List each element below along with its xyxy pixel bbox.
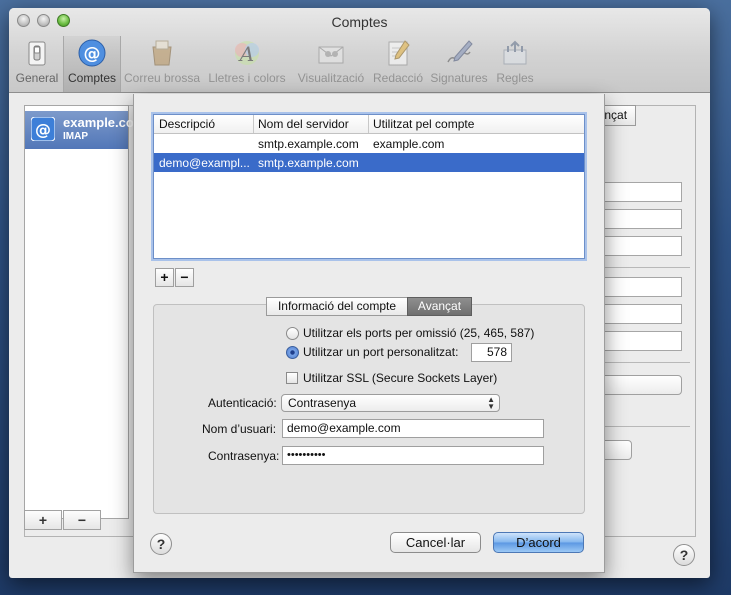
toolbar-composing[interactable]: Redacció: [371, 38, 425, 90]
at-icon: @: [31, 117, 55, 141]
junk-mail-icon: [152, 40, 172, 66]
fonts-colors-icon: A: [235, 41, 259, 66]
background-field-1[interactable]: [594, 182, 682, 202]
background-field-4[interactable]: [594, 277, 682, 297]
column-header-description[interactable]: Descripció: [159, 117, 215, 131]
toolbar-fonts-colors[interactable]: A Lletres i colors: [205, 38, 289, 90]
toolbar-signatures-label: Signatures: [430, 71, 488, 85]
column-header-server-name[interactable]: Nom del servidor: [258, 117, 349, 131]
viewing-icon: [318, 46, 344, 64]
background-separator: [594, 426, 690, 427]
cell-description: demo@exampl...: [159, 156, 250, 170]
add-account-button[interactable]: +: [24, 510, 62, 530]
window-title: Comptes: [331, 14, 388, 30]
background-field-3[interactable]: [594, 236, 682, 256]
background-field-5[interactable]: [594, 304, 682, 324]
password-field[interactable]: ••••••••••: [282, 446, 544, 465]
ok-button[interactable]: D’acord: [493, 532, 584, 553]
background-field-6[interactable]: [594, 331, 682, 351]
background-separator: [594, 362, 690, 363]
cell-server-name: smtp.example.com: [258, 156, 359, 170]
svg-text:A: A: [238, 42, 254, 66]
table-row-selected[interactable]: demo@exampl... smtp.example.com: [154, 153, 584, 172]
tab-advanced[interactable]: Avançat: [407, 297, 472, 316]
background-popup-1[interactable]: [594, 375, 682, 395]
toolbar-general[interactable]: General: [13, 38, 61, 90]
title-bar: Comptes General @ Comptes Correu brossa: [9, 8, 710, 93]
smtp-server-table[interactable]: Descripció Nom del servidor Utilitzat pe…: [153, 114, 585, 259]
remove-server-button[interactable]: −: [175, 268, 194, 287]
at-icon: @: [78, 39, 106, 67]
password-label: Contrasenya:: [208, 449, 280, 463]
column-separator: [368, 115, 369, 133]
remove-account-button[interactable]: −: [63, 510, 101, 530]
rules-icon: [503, 40, 527, 65]
column-header-used-by-account[interactable]: Utilitzat pel compte: [373, 117, 474, 131]
account-type: IMAP: [63, 131, 88, 142]
switch-icon: [28, 41, 46, 66]
cancel-button[interactable]: Cancel·lar: [390, 532, 481, 553]
tab-account-info[interactable]: Informació del compte: [266, 297, 408, 316]
toolbar-general-label: General: [15, 71, 59, 85]
ssl-label: Utilitzar SSL (Secure Sockets Layer): [303, 371, 498, 385]
custom-port-label: Utilitzar un port personalitzat:: [303, 345, 459, 359]
toolbar-fonts-colors-label: Lletres i colors: [208, 71, 286, 85]
toolbar-junk-mail[interactable]: Correu brossa: [121, 38, 203, 90]
toolbar-accounts-label: Comptes: [67, 71, 117, 85]
cell-used-by: example.com: [373, 137, 445, 151]
mail-preferences-window: Comptes General @ Comptes Correu brossa: [9, 8, 710, 578]
toolbar-rules-label: Regles: [496, 71, 534, 85]
authentication-value: Contrasenya: [288, 396, 357, 410]
toolbar-signatures[interactable]: Signatures: [427, 38, 491, 90]
toolbar-viewing[interactable]: Visualització: [291, 38, 371, 90]
cell-server-name: smtp.example.com: [258, 137, 359, 151]
authentication-popup[interactable]: Contrasenya ▲ ▼: [281, 394, 500, 412]
signatures-icon: [447, 40, 473, 63]
account-row-selected[interactable]: @ example.com IMAP: [25, 111, 145, 149]
toolbar-composing-label: Redacció: [372, 71, 424, 85]
svg-text:@: @: [84, 44, 101, 64]
custom-port-radio[interactable]: [286, 346, 299, 359]
authentication-label: Autenticació:: [208, 396, 277, 410]
toolbar-junk-mail-label: Correu brossa: [123, 71, 201, 85]
help-button[interactable]: ?: [150, 533, 172, 555]
toolbar-viewing-label: Visualització: [297, 71, 365, 85]
accounts-list[interactable]: @ example.com IMAP: [24, 105, 145, 519]
default-ports-label: Utilitzar els ports per omissió (25, 465…: [303, 326, 535, 340]
column-separator: [253, 115, 254, 133]
smtp-servers-sheet: Descripció Nom del servidor Utilitzat pe…: [133, 94, 605, 573]
add-server-button[interactable]: +: [155, 268, 174, 287]
table-row[interactable]: smtp.example.com example.com: [154, 134, 584, 153]
ssl-checkbox[interactable]: [286, 372, 298, 384]
toolbar-accounts[interactable]: @ Comptes: [63, 36, 121, 92]
default-ports-radio[interactable]: [286, 327, 299, 340]
toolbar-rules[interactable]: Regles: [493, 38, 537, 90]
popup-arrows-icon: ▲ ▼: [487, 395, 495, 411]
background-separator: [594, 267, 690, 268]
username-label: Nom d’usuari:: [202, 422, 277, 436]
composing-icon: [388, 40, 410, 66]
svg-text:@: @: [35, 120, 51, 139]
custom-port-field[interactable]: 578: [471, 343, 512, 362]
background-help-button[interactable]: ?: [673, 544, 695, 566]
table-header: Descripció Nom del servidor Utilitzat pe…: [154, 115, 584, 134]
background-field-2[interactable]: [594, 209, 682, 229]
username-field[interactable]: demo@example.com: [282, 419, 544, 438]
